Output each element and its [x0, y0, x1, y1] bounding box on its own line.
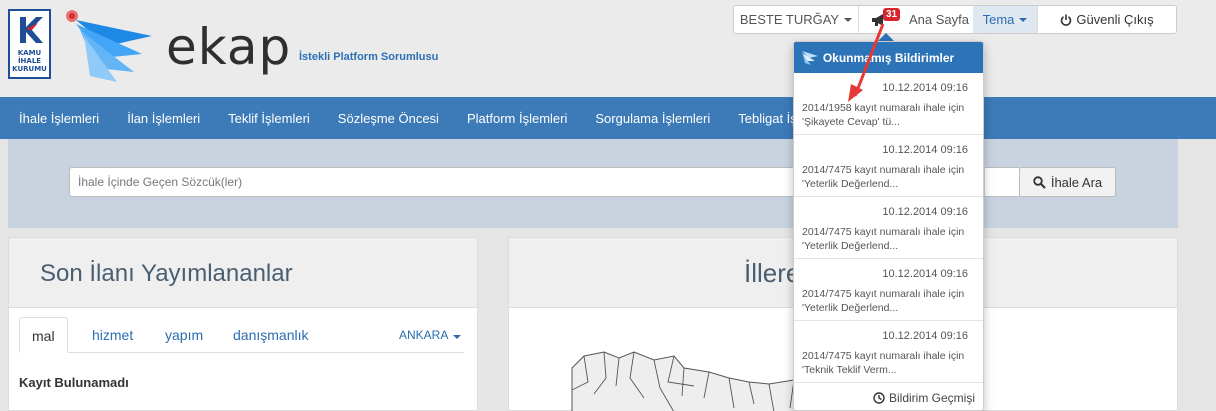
theme-menu-button[interactable]: Tema — [973, 6, 1037, 33]
notification-item[interactable]: 10.12.2014 09:16 2014/7475 kayıt numaral… — [794, 197, 983, 259]
notification-item[interactable]: 10.12.2014 09:16 2014/7475 kayıt numaral… — [794, 321, 983, 383]
notifications-button[interactable]: 31 — [859, 6, 905, 33]
kik-logo-mark-icon — [20, 17, 43, 43]
logout-label: Güvenli Çıkış — [1076, 12, 1154, 27]
notification-date: 10.12.2014 09:16 — [882, 144, 968, 156]
category-tabs: mal hizmet yapım danışmanlık ANKARA — [19, 317, 464, 353]
notification-text: 2014/7475 kayıt numaralı ihale için 'Yet… — [802, 288, 965, 314]
notification-item[interactable]: 10.12.2014 09:16 2014/1958 kayıt numaral… — [794, 73, 983, 135]
dropdown-caret — [878, 33, 894, 41]
panel-title: Son İlanı Yayımlananlar — [40, 260, 293, 287]
notifications-title: Okunmamış Bildirimler — [822, 50, 955, 65]
notification-item[interactable]: 10.12.2014 09:16 2014/7475 kayıt numaral… — [794, 135, 983, 197]
ekap-bird-logo-icon[interactable] — [62, 6, 157, 84]
city-dropdown-label: ANKARA — [399, 328, 449, 342]
chevron-down-icon — [1019, 17, 1028, 22]
notification-date: 10.12.2014 09:16 — [882, 82, 968, 94]
notification-date: 10.12.2014 09:16 — [882, 330, 968, 342]
tab-mal[interactable]: mal — [19, 317, 68, 353]
ekap-wordmark: ekap — [166, 18, 292, 76]
main-menu: İhale İşlemleri İlan İşlemleri Teklif İş… — [0, 97, 1216, 139]
notification-count-badge: 31 — [883, 8, 901, 21]
user-name: BESTE TURĞAY — [739, 12, 840, 27]
power-icon — [1061, 14, 1072, 26]
notification-history-link[interactable]: Bildirim Geçmişi — [794, 386, 983, 410]
chevron-down-icon — [844, 17, 853, 22]
turkey-map[interactable] — [564, 338, 824, 411]
city-dropdown[interactable]: ANKARA — [399, 317, 462, 353]
notification-text: 2014/7475 kayıt numaralı ihale için 'Yet… — [802, 226, 965, 252]
menu-item-sorgulama-islemleri[interactable]: Sorgulama İşlemleri — [581, 111, 724, 126]
search-input[interactable]: İhale İçinde Geçen Sözcük(ler) — [69, 167, 795, 197]
menu-item-ilan-islemleri[interactable]: İlan İşlemleri — [113, 111, 214, 126]
menu-item-teklif-islemleri[interactable]: Teklif İşlemleri — [214, 111, 324, 126]
notification-item[interactable]: 10.12.2014 09:16 2014/7475 kayıt numaral… — [794, 259, 983, 321]
clock-icon — [873, 392, 885, 404]
kik-logo-line-1: KAMU — [17, 49, 42, 57]
theme-label: Tema — [982, 12, 1015, 27]
ekap-bird-icon — [802, 51, 818, 65]
notification-text: 2014/1958 kayıt numaralı ihale için 'Şik… — [802, 102, 965, 128]
search-button[interactable]: İhale Ara — [1019, 167, 1116, 197]
search-button-label: İhale Ara — [1050, 174, 1103, 190]
notifications-header: Okunmamış Bildirimler — [794, 42, 983, 73]
user-menu-button[interactable]: BESTE TURĞAY — [734, 6, 859, 33]
menu-item-platform-islemleri[interactable]: Platform İşlemleri — [453, 111, 581, 126]
home-link[interactable]: Ana Sayfa — [905, 6, 973, 33]
empty-state-message: Kayıt Bulunamadı — [19, 375, 129, 390]
latest-announcements-panel: Son İlanı Yayımlananlar mal hizmet yapım… — [8, 237, 478, 411]
search-icon — [1033, 175, 1046, 189]
notifications-dropdown: Okunmamış Bildirimler 10.12.2014 09:16 2… — [793, 41, 984, 411]
logout-button[interactable]: Güvenli Çıkış — [1037, 6, 1176, 33]
notification-text: 2014/7475 kayıt numaralı ihale için 'Tek… — [802, 350, 965, 376]
chevron-down-icon — [453, 335, 462, 339]
menu-item-ihale-islemleri[interactable]: İhale İşlemleri — [5, 111, 113, 126]
menu-item-sozlesme-oncesi[interactable]: Sözleşme Öncesi — [324, 111, 453, 126]
kik-logo-line-3: KURUMU — [12, 65, 47, 73]
platform-subtitle: İstekli Platform Sorumlusu — [299, 51, 439, 63]
notification-history-label: Bildirim Geçmişi — [888, 391, 975, 405]
tab-yapim[interactable]: yapım — [153, 317, 215, 353]
kik-logo[interactable]: KAMU İHALE KURUMU — [8, 9, 51, 79]
tab-danismanlik[interactable]: danışmanlık — [221, 317, 320, 353]
top-nav: BESTE TURĞAY 31 Ana Sayfa Tema Güvenli Ç… — [733, 5, 1177, 34]
search-input-end[interactable] — [985, 167, 1019, 197]
kik-logo-line-2: İHALE — [17, 57, 42, 65]
notification-date: 10.12.2014 09:16 — [882, 206, 968, 218]
notification-text: 2014/7475 kayıt numaralı ihale için 'Yet… — [802, 164, 965, 190]
panel-title: İllere — [744, 258, 801, 288]
tab-hizmet[interactable]: hizmet — [80, 317, 145, 353]
notification-date: 10.12.2014 09:16 — [882, 268, 968, 280]
